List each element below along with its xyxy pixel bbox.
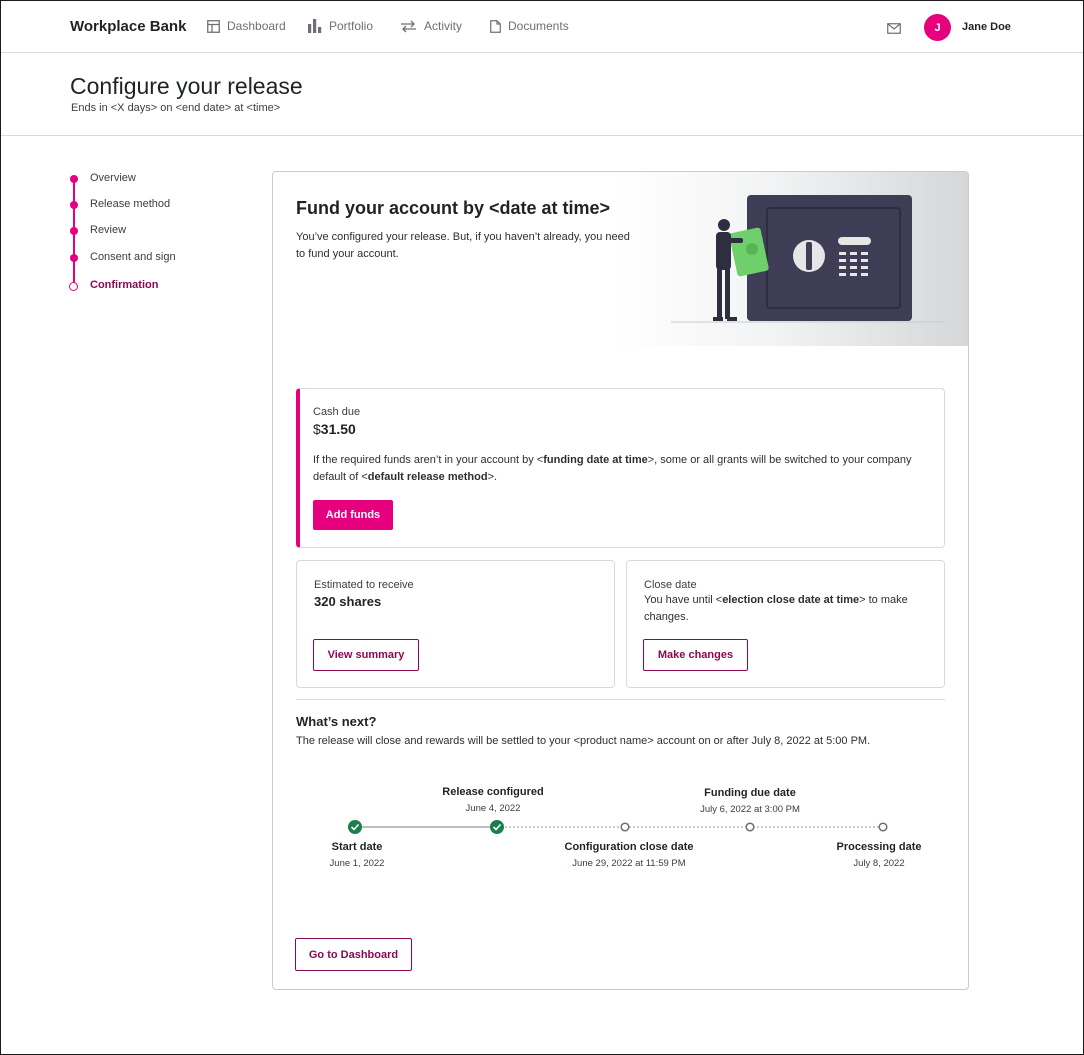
nav-item-portfolio[interactable]: Portfolio xyxy=(308,19,373,33)
nav-item-label: Dashboard xyxy=(227,19,286,33)
text-bold-segment: funding date at time xyxy=(543,454,648,466)
timeline-date-processing: July 8, 2022 xyxy=(853,858,905,869)
step-label: Consent and sign xyxy=(90,251,176,263)
timeline-point-config-close xyxy=(620,822,630,832)
text-segment: If the required funds aren’t in your acc… xyxy=(313,454,544,466)
timeline-point-release-configured xyxy=(490,820,504,834)
avatar[interactable]: J xyxy=(924,14,951,41)
step-dot-icon xyxy=(70,227,78,235)
section-divider xyxy=(296,699,945,700)
page-title: Configure your release xyxy=(70,73,303,99)
step-current-dot-icon xyxy=(69,282,78,291)
text-bold-segment: election close date at time xyxy=(722,594,860,606)
step-label: Overview xyxy=(90,172,136,184)
nav-item-label: Documents xyxy=(508,19,569,33)
bar-chart-icon xyxy=(308,19,322,33)
timeline-label-funding-due: Funding due date xyxy=(704,787,796,799)
whats-next-title: What’s next? xyxy=(296,714,377,729)
timeline-point-processing xyxy=(878,822,888,832)
nav-item-activity[interactable]: Activity xyxy=(400,19,462,33)
mail-icon[interactable] xyxy=(887,21,901,39)
hero-title: Fund your account by <date at time> xyxy=(296,198,611,218)
cash-due-label: Cash due xyxy=(313,406,361,418)
whats-next-text: The release will close and rewards will … xyxy=(296,735,871,747)
text-segment: >. xyxy=(487,471,498,483)
confirmation-card: Fund your account by <date at time> You’… xyxy=(272,171,969,990)
top-navigation: Workplace Bank Dashboard Portfolio Activ… xyxy=(1,1,1083,53)
timeline-label-processing: Processing date xyxy=(836,841,922,853)
step-label: Review xyxy=(90,224,127,236)
currency-symbol: $ xyxy=(313,421,321,437)
step-dot-icon xyxy=(70,254,78,262)
estimate-panel: Estimated to receive 320 shares View sum… xyxy=(296,560,615,688)
page-header: Configure your release Ends in <X days> … xyxy=(1,53,1083,136)
nav-item-label: Portfolio xyxy=(329,19,374,33)
nav-item-documents[interactable]: Documents xyxy=(490,19,569,33)
view-summary-button[interactable]: View summary xyxy=(313,639,419,671)
timeline-point-start-date xyxy=(348,820,362,834)
timeline-label-config-close: Configuration close date xyxy=(564,841,694,853)
progress-stepper: Overview Release method Review Consent a… xyxy=(67,171,247,301)
estimate-label: Estimated to receive xyxy=(314,579,414,591)
safe-illustration-icon xyxy=(671,195,945,323)
make-changes-button[interactable]: Make changes xyxy=(643,639,748,671)
layout-icon xyxy=(207,19,220,33)
step-label: Confirmation xyxy=(90,279,159,291)
timeline-date-start: June 1, 2022 xyxy=(329,858,385,869)
brand-logo[interactable]: Workplace Bank xyxy=(70,18,186,35)
cash-due-text: If the required funds aren’t in your acc… xyxy=(313,452,923,486)
release-timeline: Start date June 1, 2022 Release configur… xyxy=(273,772,968,882)
timeline-label-start: Start date xyxy=(331,841,383,853)
hero-text: You’ve configured your release. But, if … xyxy=(296,231,630,260)
user-name[interactable]: Jane Doe xyxy=(962,21,1011,33)
nav-item-label: Activity xyxy=(424,19,463,33)
step-dot-icon xyxy=(70,201,78,209)
timeline-date-funding-due: July 6, 2022 at 3:00 PM xyxy=(700,804,800,815)
estimate-value: 320 shares xyxy=(314,594,382,609)
timeline-date-config-close: June 29, 2022 at 11:59 PM xyxy=(572,858,686,869)
step-label: Release method xyxy=(90,198,171,210)
nav-item-dashboard[interactable]: Dashboard xyxy=(207,19,286,33)
cash-due-amount: $31.50 xyxy=(313,421,356,437)
cash-due-panel: Cash due $31.50 If the required funds ar… xyxy=(296,388,945,548)
timeline-date-release-configured: June 4, 2022 xyxy=(465,803,521,814)
step-dot-icon xyxy=(70,175,78,183)
document-icon xyxy=(490,19,501,33)
text-segment: You have until < xyxy=(644,594,723,606)
text-bold-segment: default release method xyxy=(367,471,488,483)
close-date-label: Close date xyxy=(644,579,697,591)
close-date-text: You have until <election close date at t… xyxy=(644,592,934,626)
cash-amount-value: 31.50 xyxy=(320,421,356,437)
page-subtitle: Ends in <X days> on <end date> at <time> xyxy=(71,102,281,114)
go-to-dashboard-button[interactable]: Go to Dashboard xyxy=(295,938,412,971)
timeline-label-release-configured: Release configured xyxy=(442,786,544,798)
close-date-panel: Close date You have until <election clos… xyxy=(626,560,945,688)
arrows-icon xyxy=(401,20,416,32)
add-funds-button[interactable]: Add funds xyxy=(313,500,393,530)
timeline-point-funding-due xyxy=(745,822,755,832)
